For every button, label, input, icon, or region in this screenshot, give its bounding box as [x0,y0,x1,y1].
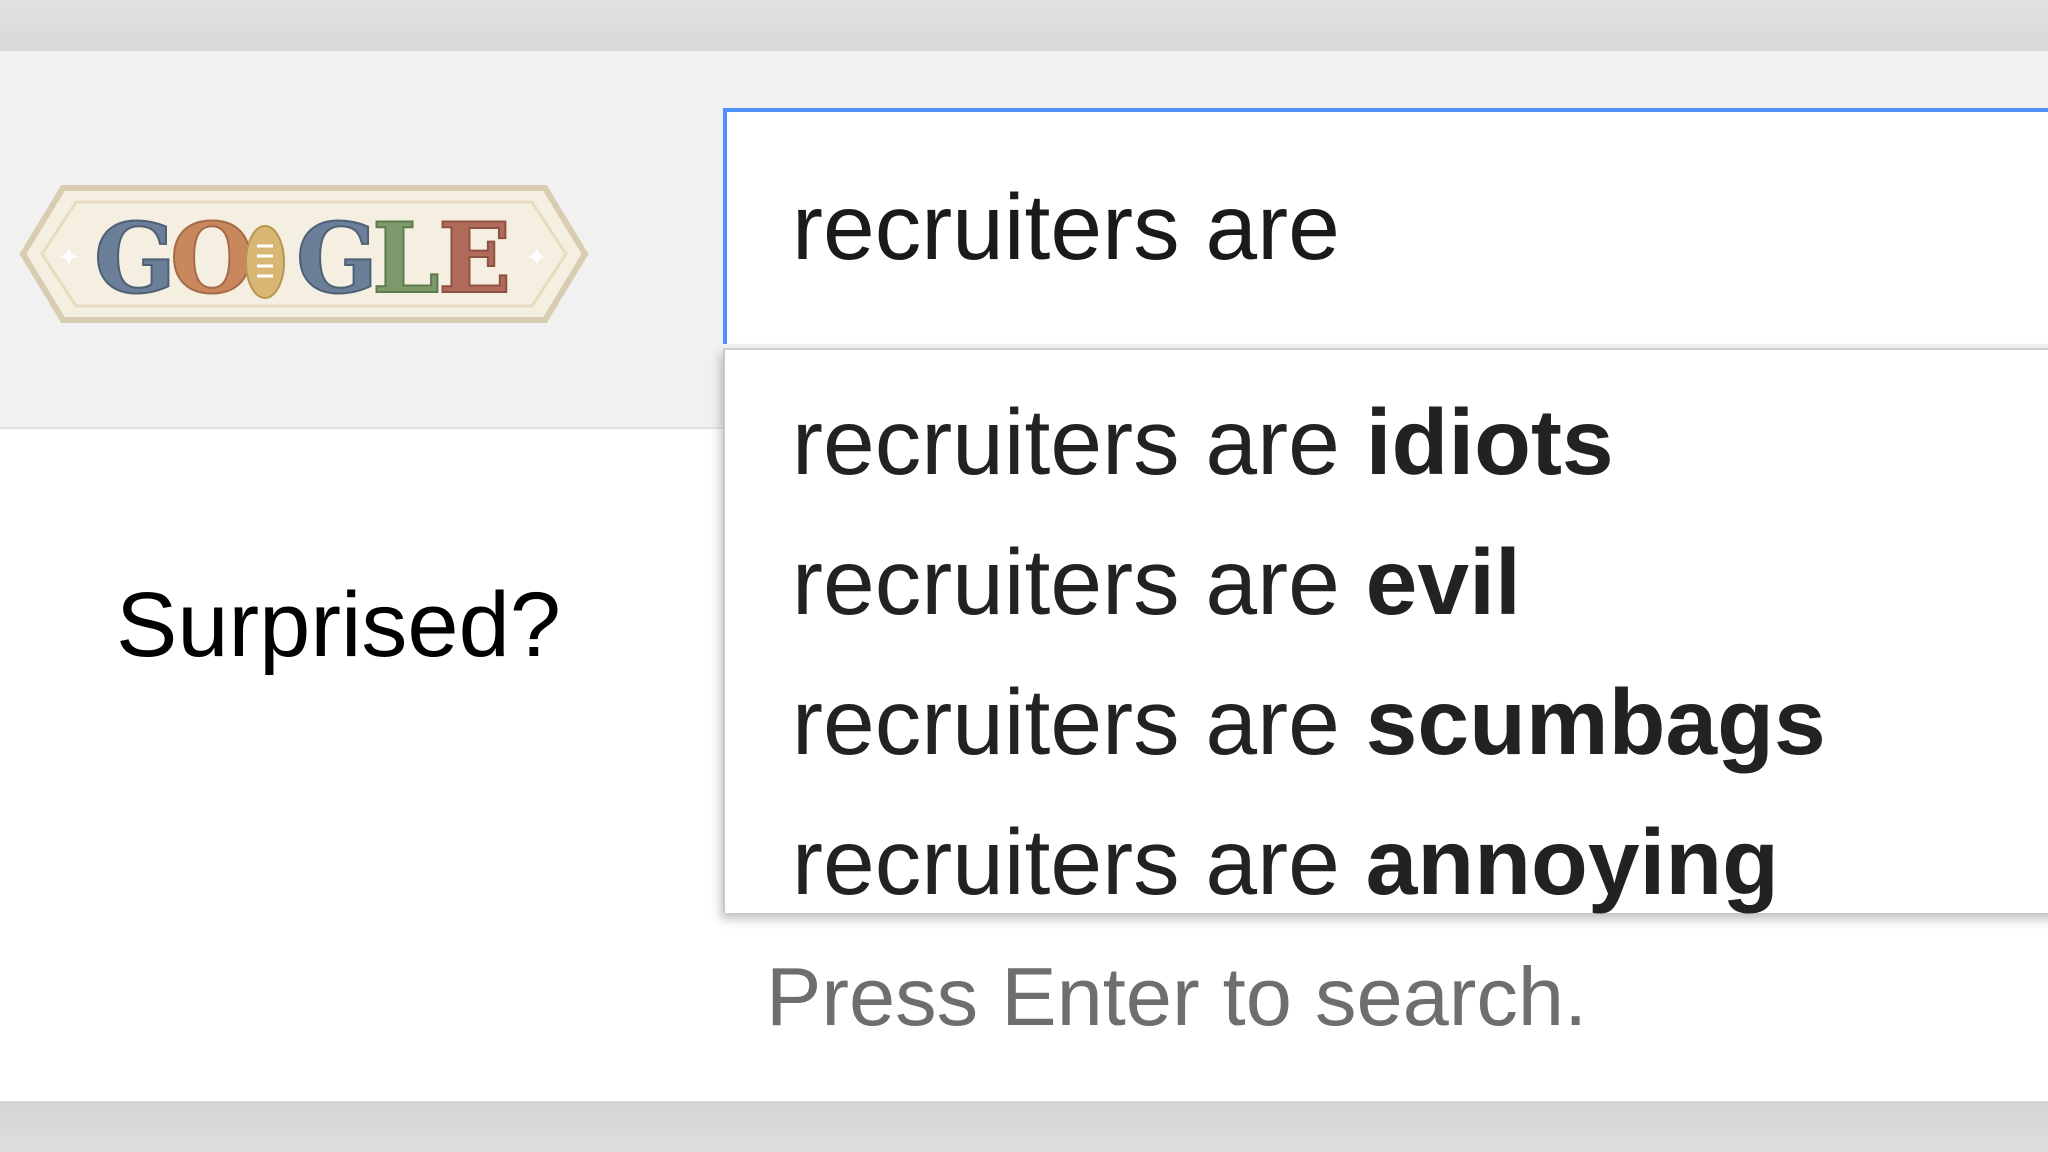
logo-letter-o: O [170,202,254,315]
logo-star-right-icon: ✦ [526,243,548,273]
search-screenshot: ✦ ✦ G O G L E recruiters are recruiters … [0,51,2048,1101]
suggestion-completion: idiots [1365,390,1614,494]
suggestion-prefix: recruiters are [792,390,1340,494]
logo-letter-l: L [372,202,440,315]
suggestion-prefix: recruiters are [792,670,1340,774]
suggestion-prefix: recruiters are [792,810,1340,914]
slide-caption: Surprised? [116,574,561,676]
top-frame-band [0,0,2048,51]
autocomplete-dropdown: recruiters are idiots recruiters are evi… [723,348,2048,913]
suggestion-item[interactable]: recruiters are scumbags [792,676,1826,769]
logo-letter-e: E [438,202,511,315]
logo-star-left-icon: ✦ [58,243,80,273]
suggestion-item[interactable]: recruiters are idiots [792,396,1614,489]
search-query-text[interactable]: recruiters are [792,181,1340,274]
suggestion-completion: scumbags [1365,670,1826,774]
suggestion-prefix: recruiters are [792,530,1340,634]
search-input-box[interactable]: recruiters are [723,108,2048,344]
press-enter-hint: Press Enter to search. [766,950,1588,1043]
logo-letter-g2: G [296,202,378,315]
logo-letter-g: G [94,202,176,315]
suggestion-completion: evil [1365,530,1521,634]
football-icon [245,225,285,299]
slide: ✦ ✦ G O G L E recruiters are recruiters … [0,0,2048,1152]
suggestion-item[interactable]: recruiters are evil [792,536,1521,629]
google-doodle-logo[interactable]: ✦ ✦ G O G L E [18,184,590,324]
bottom-frame-band [0,1101,2048,1152]
suggestion-completion: annoying [1365,810,1779,914]
suggestion-item[interactable]: recruiters are annoying [792,816,1779,909]
